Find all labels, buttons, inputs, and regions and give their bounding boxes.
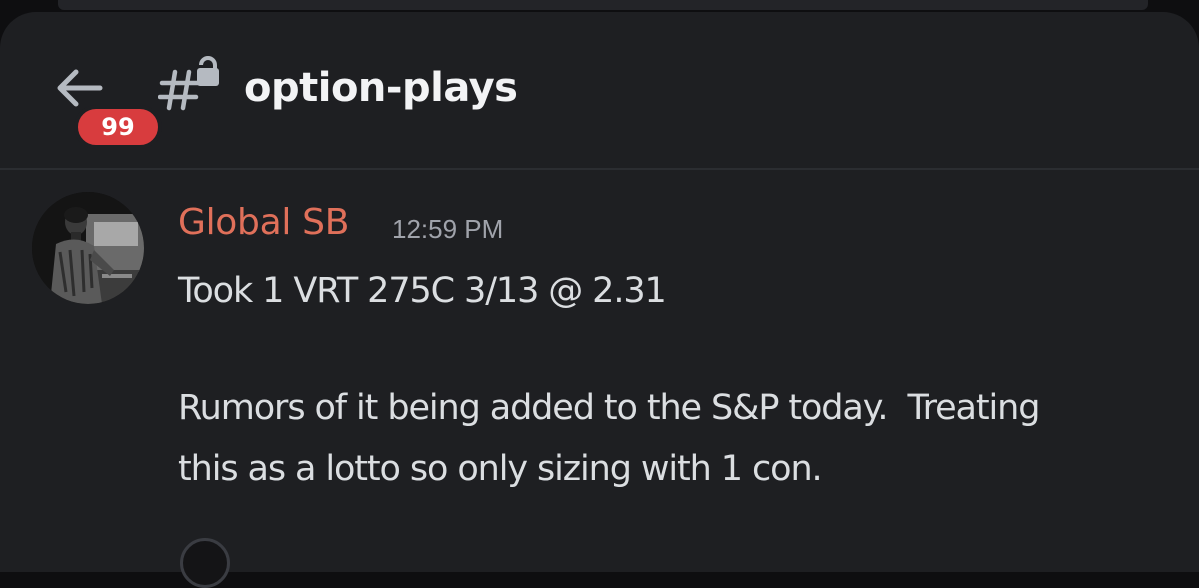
unread-badge: 99 xyxy=(74,105,162,149)
message-text-line: Rumors of it being added to the S&P toda… xyxy=(178,388,1040,428)
header-divider xyxy=(0,168,1199,170)
message-text-line: Took 1 VRT 275C 3/13 @ 2.31 xyxy=(178,271,667,311)
channel-panel: 99 option-plays Global SB 12:59 PM Took … xyxy=(0,12,1199,572)
message-author[interactable]: Global SB xyxy=(178,200,349,246)
next-message-avatar[interactable] xyxy=(180,538,230,588)
channel-title: option-plays xyxy=(244,65,518,111)
previous-panel-edge xyxy=(58,0,1148,10)
message-text-line: this as a lotto so only sizing with 1 co… xyxy=(178,449,823,489)
avatar-photo xyxy=(32,192,144,304)
locked-channel-hash-icon xyxy=(158,56,219,111)
back-button[interactable]: 99 xyxy=(40,52,162,152)
user-avatar[interactable] xyxy=(32,192,144,304)
message-item[interactable]: Global SB 12:59 PM Took 1 VRT 275C 3/13 … xyxy=(0,188,1199,568)
message-timestamp: 12:59 PM xyxy=(392,214,504,244)
channel-header: 99 option-plays xyxy=(0,12,1199,168)
